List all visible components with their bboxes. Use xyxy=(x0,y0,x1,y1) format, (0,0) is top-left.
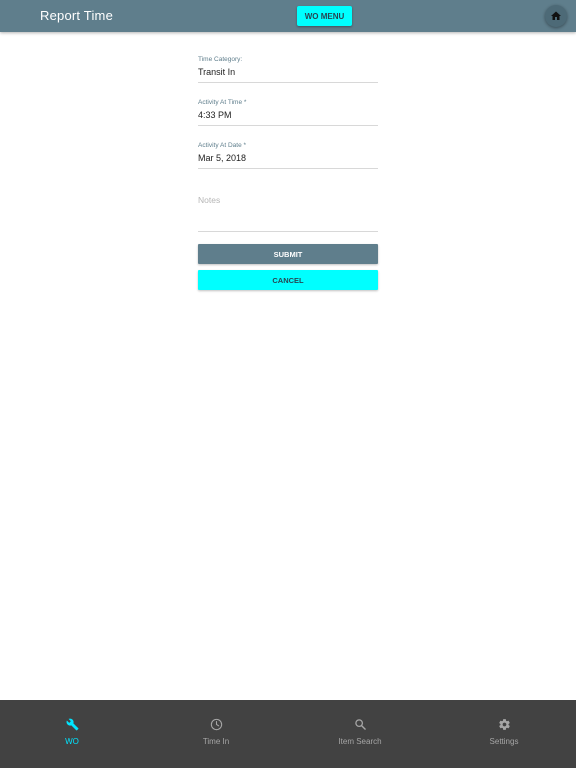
activity-time-label: Activity At Time * xyxy=(198,99,247,106)
home-button[interactable] xyxy=(545,5,567,27)
notes-field[interactable]: Notes xyxy=(198,185,378,232)
activity-time-value[interactable]: 4:33 PM xyxy=(198,109,378,121)
app-root: Report Time WO MENU Time Category: Trans… xyxy=(0,0,576,768)
clock-icon xyxy=(209,717,223,731)
page-title: Report Time xyxy=(40,8,114,23)
nav-item-item-search[interactable]: Item Search xyxy=(288,700,432,768)
nav-label-wo: WO xyxy=(65,737,79,746)
activity-date-field[interactable]: Activity At Date * Mar 5, 2018 xyxy=(198,142,378,169)
nav-label-item-search: Item Search xyxy=(338,737,382,746)
nav-item-wo[interactable]: WO xyxy=(0,700,144,768)
nav-item-time-in[interactable]: Time In xyxy=(144,700,288,768)
submit-button[interactable]: SUBMIT xyxy=(198,244,378,264)
nav-item-settings[interactable]: Settings xyxy=(432,700,576,768)
cancel-button[interactable]: CANCEL xyxy=(198,270,378,290)
report-time-form: Time Category: Transit In Activity At Ti… xyxy=(198,52,378,290)
bottom-nav: WO Time In Item Search Settings xyxy=(0,700,576,768)
time-category-field[interactable]: Time Category: Transit In xyxy=(198,56,378,83)
gear-icon xyxy=(497,717,511,731)
activity-date-value[interactable]: Mar 5, 2018 xyxy=(198,152,378,164)
wo-menu-button[interactable]: WO MENU xyxy=(297,6,352,26)
app-header: Report Time WO MENU xyxy=(0,0,576,32)
notes-placeholder[interactable]: Notes xyxy=(198,185,378,205)
search-icon xyxy=(353,717,367,731)
time-category-label: Time Category: xyxy=(198,56,243,63)
nav-label-time-in: Time In xyxy=(202,737,230,746)
time-category-value[interactable]: Transit In xyxy=(198,66,378,78)
wrench-icon xyxy=(65,717,79,731)
home-icon xyxy=(551,11,561,20)
activity-date-label: Activity At Date * xyxy=(198,142,247,149)
nav-label-settings: Settings xyxy=(489,737,519,746)
activity-time-field[interactable]: Activity At Time * 4:33 PM xyxy=(198,99,378,126)
